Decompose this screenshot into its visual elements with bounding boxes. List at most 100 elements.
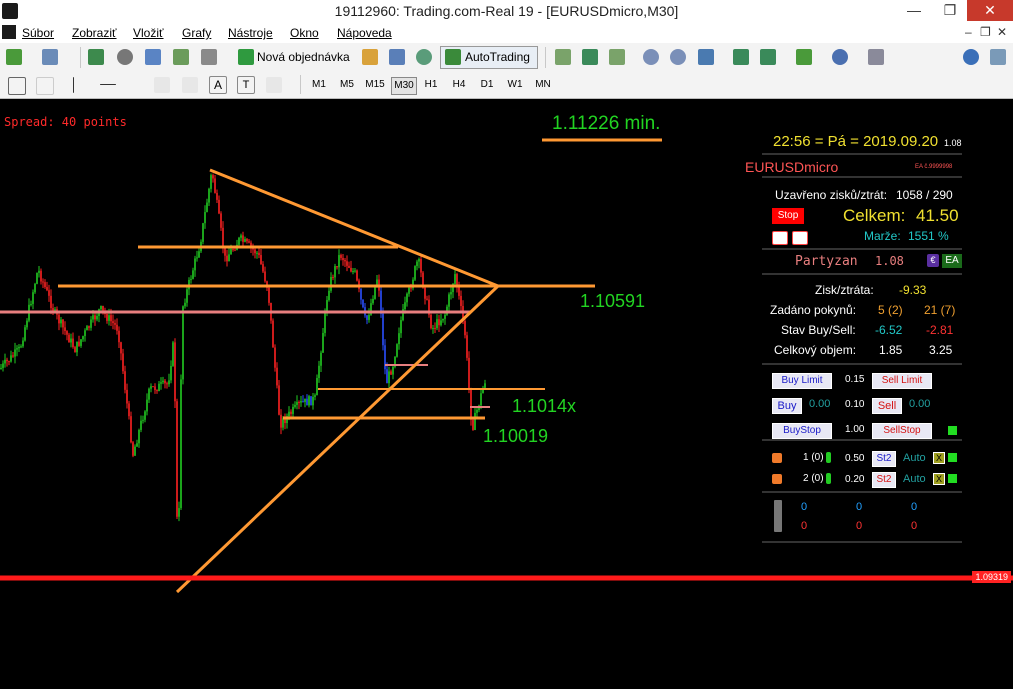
tf-mn[interactable]: MN — [531, 77, 555, 93]
buy-button[interactable]: Buy — [772, 398, 802, 414]
bar-chart-icon[interactable] — [555, 49, 571, 65]
row1-x-button[interactable]: X — [933, 452, 945, 464]
candle-body — [480, 393, 482, 406]
scroll-handle[interactable] — [774, 500, 782, 532]
triangle-upper-line[interactable] — [209, 168, 499, 288]
alert-up-icon[interactable] — [772, 231, 788, 245]
new-order-button[interactable]: Nová objednávka — [257, 50, 350, 64]
chat-icon[interactable] — [990, 49, 1006, 65]
menu-window[interactable]: Okno — [290, 26, 319, 40]
minus-row2-icon[interactable] — [772, 474, 782, 484]
candle-body — [238, 237, 240, 245]
crosshair-icon[interactable] — [117, 49, 133, 65]
autotrading-button[interactable]: AutoTrading — [440, 46, 538, 69]
chart-shift-icon[interactable] — [760, 49, 776, 65]
doc-restore-icon[interactable]: ❐ — [980, 25, 991, 39]
panel-version: 1.08 — [944, 138, 962, 148]
fibonacci-icon[interactable] — [182, 77, 198, 93]
people-icon[interactable] — [389, 49, 405, 65]
candle-body — [126, 389, 128, 404]
trendline-icon[interactable] — [127, 77, 143, 93]
line-chart-icon[interactable] — [609, 49, 625, 65]
cursor-icon[interactable] — [8, 77, 26, 95]
candle-body — [472, 419, 474, 430]
periods-icon[interactable] — [832, 49, 848, 65]
search-icon[interactable] — [963, 49, 979, 65]
market-watch-icon[interactable] — [88, 49, 104, 65]
crosshair-tool-icon[interactable] — [36, 77, 54, 95]
candle-body — [336, 266, 338, 268]
new-chart-icon[interactable] — [6, 49, 22, 65]
menu-charts[interactable]: Grafy — [182, 26, 211, 40]
row2-x-button[interactable]: X — [933, 473, 945, 485]
alert-down-icon[interactable] — [792, 231, 808, 245]
doc-minimize-icon[interactable]: – — [965, 25, 972, 39]
tile-windows-icon[interactable] — [698, 49, 714, 65]
menu-file[interactable]: Súbor — [22, 26, 54, 40]
candle-body — [276, 367, 278, 386]
navigator-icon[interactable] — [145, 49, 161, 65]
buystop-button[interactable]: BuyStop — [772, 423, 832, 439]
terminal-icon[interactable] — [173, 49, 189, 65]
indicators-icon[interactable] — [796, 49, 812, 65]
tf-d1[interactable]: D1 — [475, 77, 499, 93]
stop-button[interactable]: Stop — [772, 208, 804, 224]
tf-m30[interactable]: M30 — [391, 77, 417, 95]
arrows-icon[interactable] — [266, 77, 282, 93]
candle-body — [178, 508, 180, 517]
candle-body — [164, 380, 166, 384]
candle-body — [10, 355, 12, 362]
sellstop-button[interactable]: SellStop — [872, 423, 932, 439]
menu-tools[interactable]: Nástroje — [228, 26, 273, 40]
tf-h4[interactable]: H4 — [447, 77, 471, 93]
minimize-button[interactable]: — — [897, 0, 931, 21]
zoom-in-icon[interactable] — [643, 49, 659, 65]
text-tool-icon[interactable]: A — [209, 76, 227, 94]
maximize-button[interactable]: ❐ — [933, 0, 967, 21]
buy-limit-button[interactable]: Buy Limit — [772, 373, 832, 389]
templates-icon[interactable] — [868, 49, 884, 65]
vertical-line-icon[interactable] — [73, 77, 75, 93]
candle-body — [86, 326, 88, 331]
candle-body — [470, 387, 472, 420]
signals-icon[interactable] — [416, 49, 432, 65]
panel-clock: 22:56 = Pá = 2019.09.20 — [773, 133, 939, 150]
candle-body — [468, 357, 470, 388]
ea-badge-button[interactable]: EA — [942, 254, 962, 268]
doc-close-icon[interactable]: ✕ — [997, 25, 1007, 39]
candlestick-icon[interactable] — [582, 49, 598, 65]
candle-body — [76, 341, 78, 353]
candle-body — [360, 288, 362, 300]
menu-help[interactable]: Nápoveda — [337, 26, 392, 40]
sell-button[interactable]: Sell — [872, 398, 902, 414]
candle-body — [96, 315, 98, 320]
status-green-square[interactable] — [948, 426, 957, 435]
menu-view[interactable]: Zobraziť — [72, 26, 117, 40]
sell-limit-button[interactable]: Sell Limit — [872, 373, 932, 389]
tf-m1[interactable]: M1 — [307, 77, 331, 93]
tf-m5[interactable]: M5 — [335, 77, 359, 93]
row1-st2-button[interactable]: St2 — [872, 451, 896, 467]
candle-body — [408, 287, 410, 294]
horizontal-line-icon[interactable] — [100, 84, 116, 85]
euro-icon[interactable]: € — [927, 254, 939, 267]
tf-w1[interactable]: W1 — [503, 77, 527, 93]
text-label-icon[interactable]: T — [237, 76, 255, 94]
triangle-lower-line[interactable] — [175, 284, 500, 594]
row2-st2-button[interactable]: St2 — [872, 472, 896, 488]
row1-green-square[interactable] — [948, 453, 957, 462]
metaeditor-icon[interactable] — [362, 49, 378, 65]
profiles-icon[interactable] — [42, 49, 58, 65]
tf-h1[interactable]: H1 — [419, 77, 443, 93]
zoom-out-icon[interactable] — [670, 49, 686, 65]
scroll-chart-icon[interactable] — [733, 49, 749, 65]
close-button[interactable]: ✕ — [967, 0, 1013, 21]
tester-icon[interactable] — [201, 49, 217, 65]
new-order-icon[interactable] — [238, 49, 254, 65]
tf-m15[interactable]: M15 — [363, 77, 387, 93]
menu-insert[interactable]: Vložiť — [133, 26, 164, 40]
row2-green-square[interactable] — [948, 474, 957, 483]
total-label: Celkem: — [843, 206, 906, 225]
channel-icon[interactable] — [154, 77, 170, 93]
minus-row1-icon[interactable] — [772, 453, 782, 463]
